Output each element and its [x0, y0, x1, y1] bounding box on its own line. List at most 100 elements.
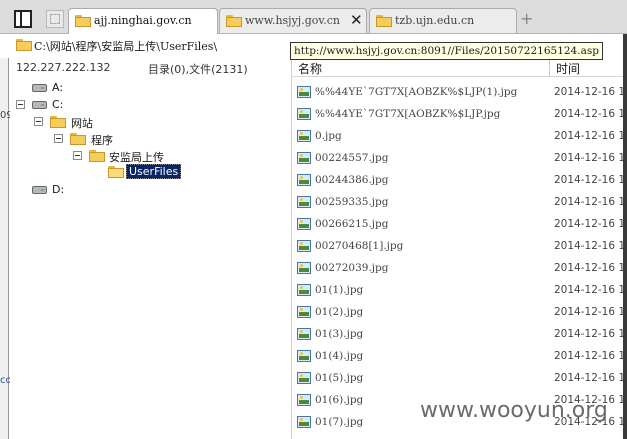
collapse-icon[interactable] [54, 134, 63, 143]
file-name: 01(7).jpg [315, 416, 364, 428]
file-time: 2014-12-16 1 [554, 306, 626, 318]
file-count: 目录(0),文件(2131) [148, 63, 248, 76]
file-time: 2014-12-16 1 [554, 284, 626, 296]
drive-icon [32, 84, 47, 92]
file-row[interactable]: %%44YE`7GT7X[AOBZK%$LJP(1).jpg 2014-12-16… [292, 82, 627, 104]
image-file-icon [297, 86, 311, 98]
image-file-icon [297, 306, 311, 318]
file-name: 01(3).jpg [315, 328, 364, 340]
image-file-icon [297, 262, 311, 274]
collapse-icon[interactable] [16, 100, 25, 109]
file-name: 00224557.jpg [315, 152, 389, 164]
file-name: %%44YE`7GT7X[AOBZK%$LJP.jpg [315, 108, 501, 120]
tab-hsjyj[interactable]: www.hsjyj.gov.cn ✕ [219, 8, 367, 33]
image-file-icon [297, 130, 311, 142]
file-row[interactable]: 01(4).jpg 2014-12-16 1 [292, 346, 627, 368]
path-field[interactable]: C:\网站\程序\安监局上传\UserFiles\ [34, 38, 217, 54]
image-file-icon [297, 218, 311, 230]
file-time: 2014-12-16 1 [554, 372, 626, 384]
column-header-time[interactable]: 时间 [556, 60, 580, 77]
file-time: 2014-12-16 1 [554, 240, 626, 252]
image-file-icon [297, 416, 311, 428]
new-tab-button[interactable]: + [520, 10, 533, 28]
folder-icon [89, 150, 105, 162]
folder-icon [70, 133, 86, 145]
tree-label: 安监局上传 [109, 151, 164, 164]
file-name: 0.jpg [315, 130, 342, 142]
file-row[interactable]: 01(3).jpg 2014-12-16 1 [292, 324, 627, 346]
tab-ajj-ninghai[interactable]: ajj.ninghai.gov.cn [68, 8, 218, 34]
image-file-icon [297, 372, 311, 384]
file-time: 2014-12-16 1 [554, 218, 626, 230]
file-row[interactable]: 00266215.jpg 2014-12-16 1 [292, 214, 627, 236]
panel-toggle-icon[interactable] [14, 10, 32, 28]
file-time: 2014-12-16 1 [554, 152, 626, 164]
file-row[interactable]: 00224557.jpg 2014-12-16 1 [292, 148, 627, 170]
folder-icon [75, 15, 91, 27]
folder-icon [376, 15, 392, 27]
file-row[interactable]: 00259335.jpg 2014-12-16 1 [292, 192, 627, 214]
file-time: 2014-12-16 1 [554, 86, 626, 98]
tree-label: 程序 [91, 134, 113, 147]
file-row[interactable]: %%44YE`7GT7X[AOBZK%$LJP.jpg 2014-12-16 1 [292, 104, 627, 126]
tab-label: tzb.ujn.edu.cn [395, 14, 475, 27]
file-time: 2014-12-16 1 [554, 328, 626, 340]
right-window-edge [623, 34, 627, 439]
image-file-icon [297, 196, 311, 208]
folder-icon [16, 39, 32, 51]
column-header-name[interactable]: 名称 [298, 60, 322, 77]
file-name: 00259335.jpg [315, 196, 389, 208]
file-row[interactable]: 00270468[1].jpg 2014-12-16 1 [292, 236, 627, 258]
file-name: 01(5).jpg [315, 372, 364, 384]
tree-label: C: [52, 98, 64, 111]
tab-label: ajj.ninghai.gov.cn [94, 14, 192, 27]
tab-label: www.hsjyj.gov.cn [245, 14, 341, 27]
file-time: 2014-12-16 1 [554, 174, 626, 186]
file-time: 2014-12-16 1 [554, 262, 626, 274]
tab-strip: ajj.ninghai.gov.cn www.hsjyj.gov.cn ✕ tz… [0, 0, 627, 34]
collapse-icon[interactable] [34, 117, 43, 126]
folder-icon [50, 116, 66, 128]
file-name: 00270468[1].jpg [315, 240, 404, 252]
image-file-icon [297, 108, 311, 120]
image-file-icon [297, 328, 311, 340]
grid-view-icon[interactable] [46, 10, 64, 28]
tree-label: 网站 [71, 117, 93, 130]
watermark: www.wooyun.org [420, 398, 608, 423]
open-folder-icon [108, 166, 124, 178]
image-file-icon [297, 350, 311, 362]
file-row[interactable]: 0.jpg 2014-12-16 1 [292, 126, 627, 148]
image-file-icon [297, 174, 311, 186]
file-name: 01(1).jpg [315, 284, 364, 296]
image-file-icon [297, 240, 311, 252]
tab-tzb-ujn[interactable]: tzb.ujn.edu.cn [369, 8, 517, 33]
file-name: 01(2).jpg [315, 306, 364, 318]
file-time: 2014-12-16 1 [554, 130, 626, 142]
file-name: %%44YE`7GT7X[AOBZK%$LJP(1).jpg [315, 86, 518, 98]
tree-label-selected: UserFiles [126, 164, 182, 179]
image-file-icon [297, 284, 311, 296]
tree-label: A: [52, 81, 64, 94]
file-row[interactable]: 01(1).jpg 2014-12-16 1 [292, 280, 627, 302]
url-tooltip: http://www.hsjyj.gov.cn:8091//Files/2015… [290, 42, 603, 60]
collapse-icon[interactable] [73, 151, 82, 160]
file-name: 00266215.jpg [315, 218, 389, 230]
file-name: 01(4).jpg [315, 350, 364, 362]
file-row[interactable]: 00244386.jpg 2014-12-16 1 [292, 170, 627, 192]
file-row[interactable]: 00272039.jpg 2014-12-16 1 [292, 258, 627, 280]
folder-icon [226, 15, 242, 27]
file-name: 00272039.jpg [315, 262, 389, 274]
file-row[interactable]: 01(5).jpg 2014-12-16 1 [292, 368, 627, 390]
column-divider[interactable] [549, 58, 550, 76]
file-time: 2014-12-16 1 [554, 196, 626, 208]
file-row[interactable]: 01(2).jpg 2014-12-16 1 [292, 302, 627, 324]
image-file-icon [297, 152, 311, 164]
image-file-icon [297, 394, 311, 406]
file-name: 00244386.jpg [315, 174, 389, 186]
close-icon[interactable]: ✕ [350, 11, 363, 29]
file-time: 2014-12-16 1 [554, 108, 626, 120]
drive-icon [32, 186, 47, 194]
file-time: 2014-12-16 1 [554, 350, 626, 362]
drive-icon [32, 101, 47, 109]
file-name: 01(6).jpg [315, 394, 364, 406]
